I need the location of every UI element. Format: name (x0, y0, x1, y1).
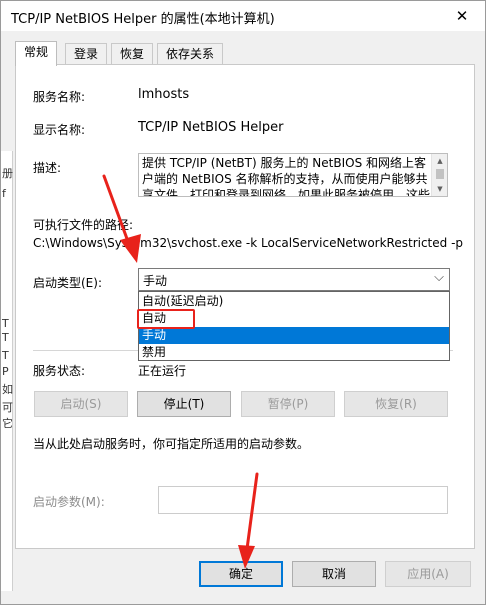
tab-recovery[interactable]: 恢复 (111, 43, 154, 65)
tab-dependencies[interactable]: 依存关系 (157, 43, 224, 65)
start-params-label: 启动参数(M): (33, 495, 105, 509)
startup-type-select[interactable]: 手动 ⌵ (138, 268, 450, 291)
exe-path-value: C:\Windows\System32\svchost.exe -k Local… (33, 236, 464, 250)
scroll-thumb[interactable] (436, 169, 444, 179)
general-tab-panel: 服务名称: lmhosts 显示名称: TCP/IP NetBIOS Helpe… (15, 64, 475, 549)
stop-button[interactable]: 停止(T) (137, 391, 231, 417)
bg-fragment: T (2, 317, 9, 330)
tab-strip: 常规 登录 恢复 依存关系 (15, 41, 475, 66)
tab-logon[interactable]: 登录 (65, 43, 108, 65)
start-button[interactable]: 启动(S) (34, 391, 128, 417)
startup-type-value: 手动 (143, 274, 168, 288)
background-window-fragment: 册 f T T T P 如 可 它 (1, 151, 13, 591)
description-label: 描述: (33, 161, 62, 175)
window-title: TCP/IP NetBIOS Helper 的属性(本地计算机) (11, 12, 275, 27)
startup-option-auto-delayed[interactable]: 自动(延迟启动) (139, 293, 449, 310)
pause-button[interactable]: 暂停(P) (241, 391, 335, 417)
bg-fragment: P (2, 365, 9, 378)
start-params-input[interactable] (158, 486, 448, 514)
scroll-down-icon[interactable]: ▼ (432, 182, 447, 196)
apply-button[interactable]: 应用(A) (385, 561, 471, 587)
bg-fragment: f (2, 187, 6, 200)
bg-fragment: 可 (2, 401, 13, 414)
description-text: 提供 TCP/IP (NetBT) 服务上的 NetBIOS 和网络上客户端的 … (142, 156, 431, 197)
chevron-down-icon[interactable]: ⌵ (434, 270, 444, 285)
cancel-button[interactable]: 取消 (292, 561, 376, 587)
bg-fragment: 它 (2, 417, 13, 430)
bg-fragment: 册 (2, 167, 13, 180)
startup-option-manual[interactable]: 手动 (139, 327, 449, 344)
bg-fragment: T (2, 349, 9, 362)
bg-fragment: T (2, 331, 9, 344)
resume-button[interactable]: 恢复(R) (344, 391, 448, 417)
startup-type-label: 启动类型(E): (33, 276, 102, 290)
properties-dialog: TCP/IP NetBIOS Helper 的属性(本地计算机) ✕ 册 f T… (0, 0, 486, 605)
start-params-hint: 当从此处启动服务时，你可指定所适用的启动参数。 (33, 437, 310, 451)
display-name-value: TCP/IP NetBIOS Helper (138, 120, 284, 135)
ok-button[interactable]: 确定 (199, 561, 283, 587)
scroll-up-icon[interactable]: ▲ (432, 154, 447, 168)
bg-fragment: 如 (2, 383, 13, 396)
description-scrollbar[interactable]: ▲ ▼ (431, 154, 447, 196)
title-bar[interactable]: TCP/IP NetBIOS Helper 的属性(本地计算机) ✕ (1, 1, 485, 31)
display-name-label: 显示名称: (33, 123, 86, 137)
startup-option-disabled[interactable]: 禁用 (139, 344, 449, 361)
service-status-label: 服务状态: (33, 364, 86, 378)
service-status-value: 正在运行 (138, 364, 187, 378)
exe-path-label: 可执行文件的路径: (33, 218, 134, 232)
service-name-label: 服务名称: (33, 90, 86, 104)
tab-general[interactable]: 常规 (15, 41, 58, 66)
annotation-highlight-box (137, 309, 195, 329)
description-box[interactable]: 提供 TCP/IP (NetBT) 服务上的 NetBIOS 和网络上客户端的 … (138, 153, 448, 197)
service-name-value: lmhosts (138, 87, 190, 102)
close-icon[interactable]: ✕ (439, 1, 485, 31)
